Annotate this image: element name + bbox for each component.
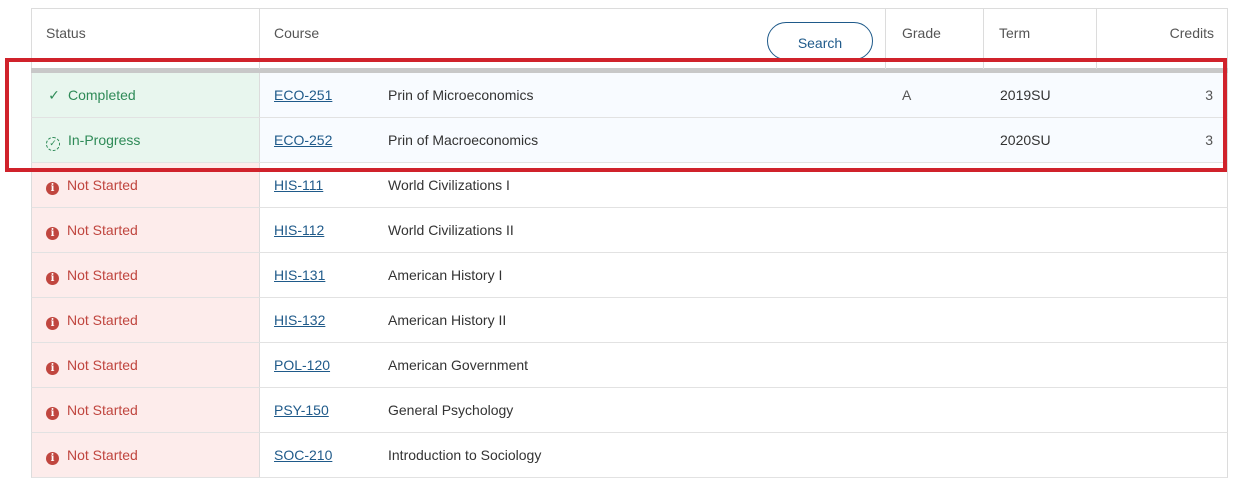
credits-value: 3 bbox=[1205, 132, 1213, 148]
status-label: Not Started bbox=[67, 312, 138, 328]
term-value: 2019SU bbox=[1000, 87, 1051, 103]
status-label: In-Progress bbox=[68, 132, 141, 148]
status-cell: i Not Started bbox=[32, 253, 260, 297]
info-icon: i bbox=[46, 272, 59, 285]
table-row: i Not Started HIS-111 World Civilizations… bbox=[31, 163, 1228, 208]
header-grade[interactable]: Grade bbox=[886, 9, 984, 69]
status-cell: i Not Started bbox=[32, 208, 260, 252]
info-icon: i bbox=[46, 227, 59, 240]
table-header: Status Course Search Grade Term Credits bbox=[31, 8, 1228, 69]
course-title: World Civilizations I bbox=[388, 177, 510, 193]
status-label: Completed bbox=[68, 87, 136, 103]
search-button[interactable]: Search bbox=[767, 22, 873, 60]
table-row: i Not Started HIS-112 World Civilizations… bbox=[31, 208, 1228, 253]
status-label: Not Started bbox=[67, 267, 138, 283]
info-icon: i bbox=[46, 182, 59, 195]
header-status[interactable]: Status bbox=[32, 9, 260, 69]
info-icon: i bbox=[46, 317, 59, 330]
course-requirements-table: Status Course Search Grade Term Credits … bbox=[31, 8, 1228, 478]
course-code-link[interactable]: POL-120 bbox=[274, 343, 330, 387]
course-code-link[interactable]: HIS-131 bbox=[274, 253, 325, 297]
status-label: Not Started bbox=[67, 222, 138, 238]
status-cell: i Not Started bbox=[32, 343, 260, 387]
course-title: Prin of Macroeconomics bbox=[388, 132, 539, 148]
header-term[interactable]: Term bbox=[984, 9, 1097, 69]
grade-value: A bbox=[902, 87, 912, 103]
course-title: American History II bbox=[388, 312, 507, 328]
status-cell: i Not Started bbox=[32, 298, 260, 342]
info-icon: i bbox=[46, 362, 59, 375]
table-row: i Not Started PSY-150 General Psychology bbox=[31, 388, 1228, 433]
course-code-link[interactable]: PSY-150 bbox=[274, 388, 329, 432]
check-icon: ✓ bbox=[48, 87, 60, 103]
course-title: American History I bbox=[388, 267, 503, 283]
course-code-link[interactable]: HIS-132 bbox=[274, 298, 325, 342]
table-row: i Not Started HIS-131 American History I bbox=[31, 253, 1228, 298]
course-code-link[interactable]: ECO-252 bbox=[274, 118, 332, 162]
table-row: i Not Started SOC-210 Introduction to Soc… bbox=[31, 433, 1228, 478]
status-cell: i Not Started bbox=[32, 163, 260, 207]
table-row: i Not Started HIS-132 American History II bbox=[31, 298, 1228, 343]
course-code-link[interactable]: ECO-251 bbox=[274, 73, 332, 117]
term-value: 2020SU bbox=[1000, 132, 1051, 148]
course-title: General Psychology bbox=[388, 402, 514, 418]
status-cell: ✓ Completed bbox=[32, 73, 260, 117]
course-title: American Government bbox=[388, 357, 529, 373]
status-cell: i Not Started bbox=[32, 433, 260, 477]
course-code-link[interactable]: SOC-210 bbox=[274, 433, 332, 477]
status-label: Not Started bbox=[67, 177, 138, 193]
status-label: Not Started bbox=[67, 357, 138, 373]
info-icon: i bbox=[46, 452, 59, 465]
course-title: Introduction to Sociology bbox=[388, 447, 542, 463]
table-row: ✓ In-Progress ECO-252 Prin of Macroeconom… bbox=[31, 118, 1228, 163]
table-row: i Not Started POL-120 American Government bbox=[31, 343, 1228, 388]
credits-value: 3 bbox=[1205, 87, 1213, 103]
in-progress-icon: ✓ bbox=[46, 137, 60, 151]
table-row: ✓ Completed ECO-251 Prin of Microeconomic… bbox=[31, 73, 1228, 118]
info-icon: i bbox=[46, 407, 59, 420]
header-credits[interactable]: Credits bbox=[1097, 9, 1228, 69]
status-cell: i Not Started bbox=[32, 388, 260, 432]
course-title: World Civilizations II bbox=[388, 222, 514, 238]
course-code-link[interactable]: HIS-111 bbox=[274, 163, 323, 207]
status-cell: ✓ In-Progress bbox=[32, 118, 260, 162]
course-code-link[interactable]: HIS-112 bbox=[274, 208, 324, 252]
status-label: Not Started bbox=[67, 402, 138, 418]
course-title: Prin of Microeconomics bbox=[388, 87, 534, 103]
status-label: Not Started bbox=[67, 447, 138, 463]
